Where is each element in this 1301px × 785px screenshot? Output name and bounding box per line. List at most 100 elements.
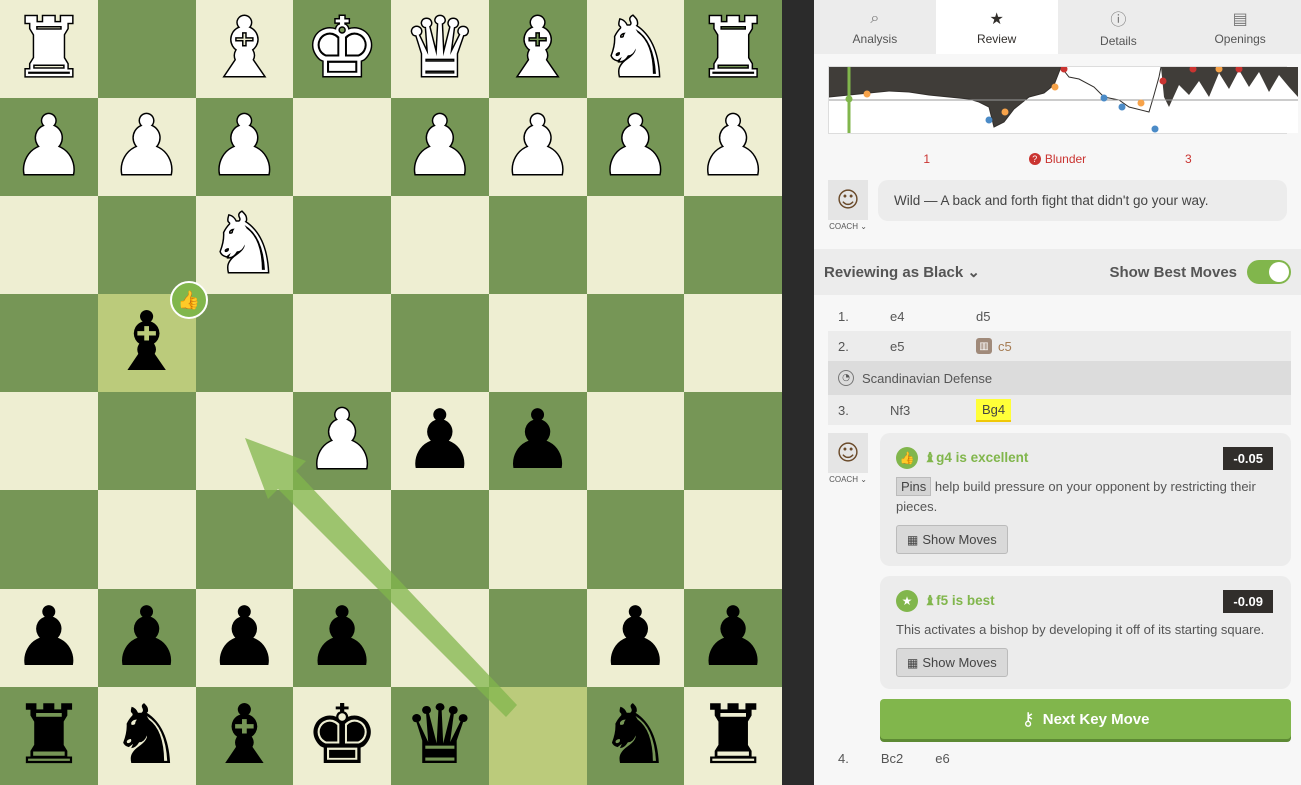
tab-openings[interactable]: ▤ Openings	[1179, 0, 1301, 54]
board-square[interactable]: ♝	[195, 0, 294, 99]
white-piece[interactable]: ♟	[108, 104, 184, 189]
board-square[interactable]: ♟	[586, 98, 685, 197]
board-square[interactable]	[195, 294, 294, 393]
board-square[interactable]	[391, 196, 489, 295]
board-square[interactable]: ♟	[684, 588, 782, 687]
white-piece[interactable]: ♟	[304, 398, 380, 483]
white-piece[interactable]: ♝	[499, 6, 575, 91]
black-piece[interactable]: ♟	[501, 400, 575, 482]
white-piece[interactable]: ♚	[304, 6, 380, 91]
board-square[interactable]	[684, 392, 782, 491]
board-square[interactable]: ♝	[488, 0, 587, 99]
board-square[interactable]: ♟	[0, 588, 98, 687]
evaluation-graph[interactable]	[828, 66, 1298, 134]
white-piece[interactable]: ♝	[206, 6, 282, 91]
board-square[interactable]	[97, 196, 196, 295]
board-square[interactable]	[586, 294, 685, 393]
black-piece[interactable]: ♝	[110, 302, 184, 384]
tab-review[interactable]: ★ Review	[935, 0, 1058, 54]
board-square[interactable]	[586, 196, 685, 295]
board-square[interactable]	[0, 490, 98, 589]
chess-board[interactable]: ♜ ♝ ♚ ♛ ♝ ♞ ♜ ♟ ♟ ♟ ♟ ♟ ♟ ♟ ♞ ♝ ♟ ♟ ♟ ♟ ♟ ♟ ♟ ♟ ♟ ♜ ♞ ♝ ♚ ♛ ♞ ♜	[0, 0, 782, 785]
board-square[interactable]: ♜	[684, 0, 782, 99]
board-square[interactable]	[488, 294, 587, 393]
black-piece[interactable]: ♞	[599, 694, 673, 777]
board-square[interactable]: ♚	[293, 0, 391, 99]
white-piece[interactable]: ♟	[206, 104, 282, 189]
board-square[interactable]	[586, 490, 685, 589]
board-square[interactable]: ♛	[391, 0, 489, 99]
board-square[interactable]: ♟	[391, 392, 489, 491]
coach-label[interactable]: COACH ⌄	[829, 222, 867, 231]
white-piece[interactable]: ♜	[695, 6, 771, 91]
board-square[interactable]	[391, 490, 489, 589]
board-square[interactable]	[97, 392, 196, 491]
board-square[interactable]	[195, 490, 294, 589]
white-piece[interactable]: ♟	[499, 104, 575, 189]
board-square[interactable]: ♛	[391, 686, 489, 785]
board-square[interactable]	[391, 588, 489, 687]
white-piece[interactable]: ♞	[206, 202, 282, 287]
black-piece[interactable]: ♟	[208, 596, 282, 679]
white-piece[interactable]: ♟	[695, 104, 771, 189]
black-piece[interactable]: ♟	[305, 596, 379, 679]
board-square[interactable]	[488, 490, 587, 589]
board-square[interactable]	[293, 98, 391, 197]
black-piece[interactable]: ♟	[599, 596, 673, 679]
white-piece[interactable]: ♞	[597, 6, 673, 91]
black-piece[interactable]: ♜	[12, 694, 86, 777]
black-move-selected[interactable]: Bg4	[976, 398, 1012, 422]
board-square[interactable]	[97, 490, 196, 589]
board-square[interactable]: ♞	[586, 0, 685, 99]
board-square[interactable]	[684, 196, 782, 295]
board-square[interactable]: ♟	[488, 98, 587, 197]
board-square[interactable]: ♟	[97, 588, 196, 687]
white-piece[interactable]: ♟	[597, 104, 673, 189]
black-piece[interactable]: ♞	[110, 694, 184, 777]
white-move[interactable]: Bc2	[881, 751, 903, 766]
opening-name[interactable]: Scandinavian Defense	[862, 371, 992, 386]
board-square[interactable]: ♟	[97, 98, 196, 197]
pins-term[interactable]: Pins	[896, 477, 932, 496]
board-square[interactable]	[488, 196, 587, 295]
black-piece[interactable]: ♟	[696, 596, 770, 679]
black-piece[interactable]: ♚	[305, 694, 379, 777]
board-square[interactable]	[684, 294, 782, 393]
board-square[interactable]	[293, 196, 391, 295]
black-piece[interactable]: ♟	[110, 596, 184, 679]
board-square[interactable]: ♟	[195, 588, 294, 687]
board-square[interactable]	[195, 392, 294, 491]
black-move[interactable]: d5	[976, 309, 990, 324]
board-square[interactable]: ♜	[0, 686, 98, 785]
tab-analysis[interactable]: ⌕ Analysis	[814, 0, 936, 54]
board-square[interactable]	[391, 294, 489, 393]
board-square[interactable]	[97, 0, 196, 99]
board-square[interactable]: ♚	[293, 686, 391, 785]
black-piece[interactable]: ♛	[403, 694, 477, 777]
coach-label[interactable]: COACH ⌄	[829, 475, 867, 484]
board-square[interactable]: ♟	[0, 98, 98, 197]
show-moves-button[interactable]: ▦ Show Moves	[896, 525, 1008, 554]
white-piece[interactable]: ♟	[11, 104, 87, 189]
black-move[interactable]: e6	[935, 751, 949, 766]
board-square[interactable]: ♟	[293, 588, 391, 687]
board-square[interactable]: ♟	[195, 98, 294, 197]
board-square[interactable]: ♞	[97, 686, 196, 785]
board-square[interactable]	[293, 294, 391, 393]
board-square[interactable]	[0, 294, 98, 393]
board-square[interactable]	[488, 686, 587, 785]
board-square[interactable]: ♟	[684, 98, 782, 197]
board-square[interactable]: ♞	[195, 196, 294, 295]
board-square[interactable]: ♟	[488, 392, 587, 491]
show-best-moves-toggle[interactable]	[1247, 260, 1291, 284]
board-square[interactable]: ♞	[586, 686, 685, 785]
black-piece[interactable]: ♝	[208, 694, 282, 777]
board-square[interactable]	[684, 490, 782, 589]
board-square[interactable]	[0, 392, 98, 491]
white-move[interactable]: e5	[890, 339, 976, 354]
next-key-move-button[interactable]: ⚷ Next Key Move	[880, 699, 1291, 739]
black-piece[interactable]: ♜	[696, 694, 770, 777]
black-move[interactable]: c5	[998, 339, 1012, 354]
board-square[interactable]	[488, 588, 587, 687]
black-piece[interactable]: ♟	[403, 400, 477, 482]
